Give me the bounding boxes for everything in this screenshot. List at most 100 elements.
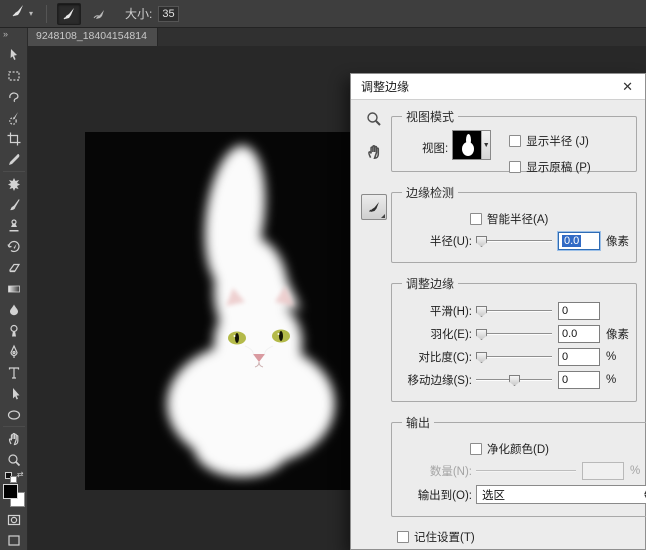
output-group: 输出 净化颜色(D) 数量(N): % 输出到(O): 选区 ▲▼ bbox=[391, 414, 646, 517]
close-icon[interactable]: ✕ bbox=[620, 80, 635, 93]
radius-unit: 像素 bbox=[606, 236, 629, 248]
shift-edge-slider[interactable] bbox=[476, 373, 552, 387]
amount-label: 数量(N): bbox=[429, 466, 472, 478]
show-radius-checkbox[interactable] bbox=[509, 135, 522, 147]
brush-tool[interactable] bbox=[2, 194, 26, 215]
feather-input[interactable]: 0.0 bbox=[558, 325, 600, 343]
smooth-slider[interactable] bbox=[476, 304, 552, 318]
view-mode-group: 视图模式 视图: ▼ 显示半径 (J) 显示原稿 (P) bbox=[391, 108, 637, 174]
erase-refinements-button[interactable] bbox=[87, 3, 111, 25]
shift-edge-input[interactable]: 0 bbox=[558, 371, 600, 389]
radius-slider-handle[interactable] bbox=[476, 236, 487, 247]
decontaminate-colors-label: 净化颜色(D) bbox=[487, 444, 549, 456]
crop-tool[interactable] bbox=[2, 128, 26, 149]
adjust-edge-group: 调整边缘 平滑(H): 0 羽化(E): 0.0 像素 对比度(C): 0 % … bbox=[391, 275, 637, 402]
foreground-color-swatch[interactable] bbox=[2, 484, 18, 499]
edge-detection-group: 边缘检测 智能半径(A) 半径(U): 0.0 像素 bbox=[391, 184, 637, 263]
feather-label: 羽化(E): bbox=[430, 329, 472, 341]
output-to-label: 输出到(O): bbox=[417, 489, 472, 502]
amount-unit: % bbox=[630, 465, 641, 477]
adjust-edge-group-title: 调整边缘 bbox=[406, 277, 455, 291]
swap-colors-icon[interactable]: ⇄ bbox=[3, 470, 25, 483]
chevron-down-icon: ▼ bbox=[481, 131, 491, 159]
hand-tool[interactable] bbox=[2, 428, 26, 449]
shift-edge-slider-handle[interactable] bbox=[509, 375, 520, 386]
smooth-slider-handle[interactable] bbox=[476, 306, 487, 317]
contrast-label: 对比度(C): bbox=[418, 352, 472, 364]
radius-label: 半径(U): bbox=[429, 236, 472, 248]
view-thumbnail bbox=[453, 131, 482, 159]
document-tab-title: 9248108_18404154814 bbox=[36, 30, 147, 42]
quick-selection-tool[interactable] bbox=[2, 107, 26, 128]
radius-slider[interactable] bbox=[476, 234, 552, 248]
brush-size-value[interactable]: 35 bbox=[158, 5, 179, 22]
smooth-input[interactable]: 0 bbox=[558, 302, 600, 320]
smart-radius-label: 智能半径(A) bbox=[487, 214, 549, 226]
foreground-background-swatches[interactable] bbox=[1, 483, 27, 509]
radius-input[interactable]: 0.0 bbox=[558, 232, 600, 250]
eraser-tool[interactable] bbox=[2, 257, 26, 278]
output-to-value: 选区 bbox=[482, 489, 505, 502]
show-radius-label: 显示半径 (J) bbox=[526, 136, 589, 148]
eyedropper-tool[interactable] bbox=[2, 149, 26, 170]
amount-slider bbox=[476, 464, 576, 478]
document-tab[interactable]: 9248108_18404154814 bbox=[28, 28, 158, 46]
contrast-slider-handle[interactable] bbox=[476, 352, 487, 363]
dialog-title-bar[interactable]: 调整边缘 ✕ bbox=[351, 74, 645, 100]
options-separator bbox=[46, 4, 48, 23]
refine-radius-brush-icon bbox=[9, 3, 27, 24]
decontaminate-colors-checkbox[interactable] bbox=[470, 443, 482, 455]
contrast-input[interactable]: 0 bbox=[558, 348, 600, 366]
pen-tool[interactable] bbox=[2, 341, 26, 362]
photoshop-window: ▾ 大小: 35 » ⇄ 9248108_18404154814 调整边缘 ✕ … bbox=[0, 0, 646, 550]
current-tool-preview[interactable]: ▾ bbox=[6, 1, 36, 26]
tools-panel: » ⇄ bbox=[0, 28, 28, 550]
smart-radius-checkbox[interactable] bbox=[470, 213, 482, 225]
amount-input bbox=[582, 462, 624, 480]
marquee-tool[interactable] bbox=[2, 65, 26, 86]
quick-mask-icon[interactable] bbox=[2, 509, 26, 530]
dropdown-arrow-icon: ▾ bbox=[29, 9, 34, 18]
dialog-title: 调整边缘 bbox=[361, 80, 410, 94]
blur-tool[interactable] bbox=[2, 299, 26, 320]
remember-settings-label: 记住设置(T) bbox=[414, 532, 475, 544]
toolbar-separator bbox=[2, 426, 25, 427]
canvas-image-white-cat[interactable] bbox=[85, 132, 357, 490]
erase-refinements-brush-icon bbox=[93, 9, 105, 19]
move-tool[interactable] bbox=[2, 44, 26, 65]
shift-edge-label: 移动边缘(S): bbox=[407, 375, 472, 387]
show-original-checkbox[interactable] bbox=[509, 161, 522, 173]
document-tab-bar: 9248108_18404154814 bbox=[28, 28, 646, 46]
feather-unit: 像素 bbox=[606, 329, 629, 341]
feather-slider[interactable] bbox=[476, 327, 552, 341]
view-thumbnail-dropdown[interactable]: ▼ bbox=[452, 130, 492, 160]
dodge-tool[interactable] bbox=[2, 320, 26, 341]
refine-edge-dialog: 调整边缘 ✕ 视图模式 视图: ▼ 显示半径 (J) 显示原稿 (P) 边缘检测… bbox=[350, 73, 646, 550]
type-tool[interactable] bbox=[2, 362, 26, 383]
healing-brush-tool[interactable] bbox=[2, 173, 26, 194]
panel-collapse-icon[interactable]: » bbox=[0, 28, 10, 40]
expand-brush-icon bbox=[63, 7, 75, 19]
remember-settings-checkbox[interactable] bbox=[397, 531, 409, 543]
shape-tool[interactable] bbox=[2, 404, 26, 425]
path-selection-tool[interactable] bbox=[2, 383, 26, 404]
edge-detection-group-title: 边缘检测 bbox=[406, 186, 455, 200]
toolbar-separator bbox=[2, 171, 25, 172]
gradient-tool[interactable] bbox=[2, 278, 26, 299]
feather-slider-handle[interactable] bbox=[476, 329, 487, 340]
show-original-label: 显示原稿 (P) bbox=[526, 162, 591, 174]
expand-brush-button[interactable] bbox=[57, 2, 82, 25]
contrast-slider[interactable] bbox=[476, 350, 552, 364]
view-label: 视图: bbox=[422, 143, 449, 155]
screen-mode-icon[interactable] bbox=[2, 530, 26, 550]
zoom-tool[interactable] bbox=[2, 449, 26, 470]
lasso-tool[interactable] bbox=[2, 86, 26, 107]
output-group-title: 输出 bbox=[406, 416, 431, 430]
options-bar: ▾ 大小: 35 bbox=[0, 0, 646, 28]
output-to-select[interactable]: 选区 ▲▼ bbox=[476, 485, 646, 504]
history-brush-tool[interactable] bbox=[2, 236, 26, 257]
shift-edge-unit: % bbox=[606, 374, 617, 386]
contrast-unit: % bbox=[606, 351, 617, 363]
smooth-label: 平滑(H): bbox=[429, 306, 472, 318]
clone-stamp-tool[interactable] bbox=[2, 215, 26, 236]
